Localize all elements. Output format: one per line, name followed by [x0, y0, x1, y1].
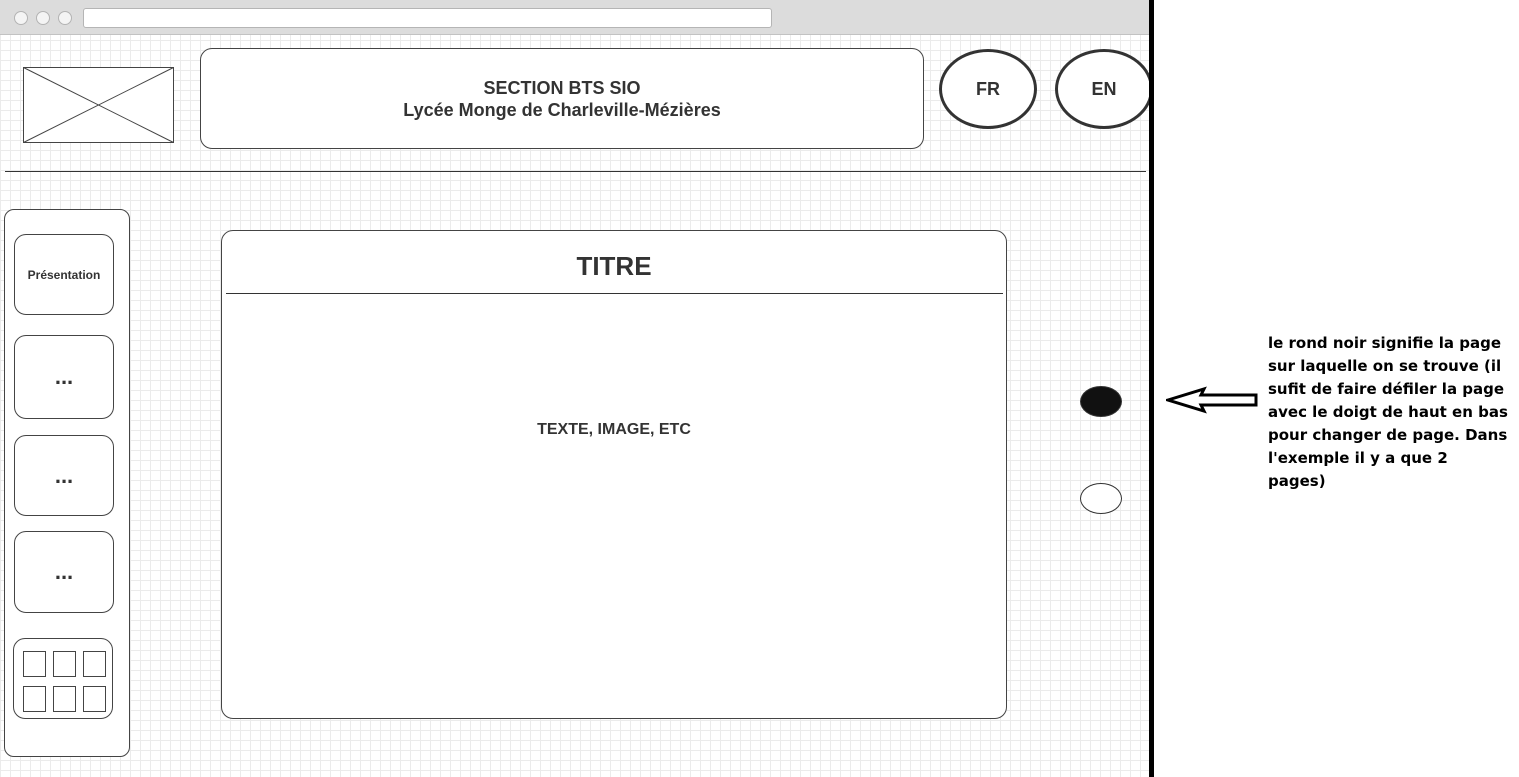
- browser-toolbar: [0, 0, 1149, 35]
- sidebar-item-2[interactable]: ...: [14, 335, 114, 419]
- site-header-banner: SECTION BTS SIO Lycée Monge de Charlevil…: [200, 48, 924, 149]
- annotation-note: le rond noir signifie la page sur laquel…: [1268, 334, 1508, 490]
- header-divider: [5, 171, 1146, 172]
- language-fr-button[interactable]: FR: [939, 49, 1037, 129]
- left-arrow-icon: [1166, 386, 1258, 414]
- window-maximize-button[interactable]: [58, 11, 72, 25]
- content-title-divider: [226, 293, 1003, 294]
- sidebar-item-label: ...: [54, 559, 74, 584]
- language-en-button[interactable]: EN: [1055, 49, 1153, 129]
- page-indicator-2[interactable]: [1080, 483, 1122, 514]
- sidebar-item-label: Présentation: [27, 267, 101, 282]
- main-content-panel: TITRE TEXTE, IMAGE, ETC: [221, 230, 1007, 719]
- logo-placeholder-image: [23, 67, 174, 143]
- frame-divider-line: [1149, 0, 1154, 777]
- window-close-button[interactable]: [14, 11, 28, 25]
- page-indicator-1-active[interactable]: [1080, 386, 1122, 417]
- address-bar[interactable]: [83, 8, 772, 28]
- sidebar-item-4[interactable]: ...: [14, 531, 114, 613]
- apps-grid-button[interactable]: [13, 638, 113, 719]
- sidebar-item-label: ...: [54, 462, 74, 488]
- window-minimize-button[interactable]: [36, 11, 50, 25]
- section-title: SECTION BTS SIO: [483, 77, 641, 98]
- sidebar-item-3[interactable]: ...: [14, 435, 114, 516]
- content-body-placeholder: TEXTE, IMAGE, ETC: [537, 421, 691, 438]
- sidebar-item-label: ...: [54, 364, 74, 389]
- language-en-label: EN: [1091, 78, 1117, 99]
- language-fr-label: FR: [976, 78, 1000, 99]
- sidebar-item-presentation[interactable]: Présentation: [14, 234, 114, 315]
- content-title: TITRE: [576, 251, 652, 281]
- school-name: Lycée Monge de Charleville-Mézières: [403, 99, 721, 120]
